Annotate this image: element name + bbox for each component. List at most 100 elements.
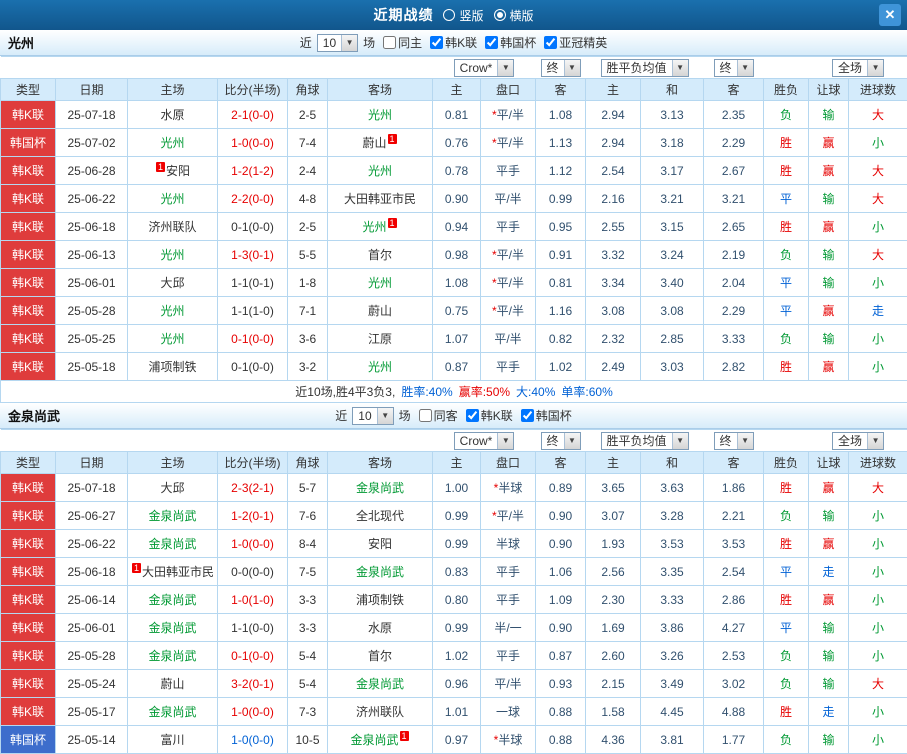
result-cell: 输 (809, 269, 849, 297)
filter-checkbox-1[interactable]: 韩K联 (424, 34, 477, 51)
filter-bar: 近10▼场同主韩K联韩国杯亚冠精英 (300, 34, 607, 52)
result-cell: 负 (764, 502, 809, 530)
column-header: 类型 (1, 79, 56, 101)
matches-table-1: Crow*▼终▼胜平负均值▼终▼全场▼类型日期主场比分(半场)角球客场主盘口客主… (0, 429, 907, 754)
match-date: 25-07-02 (56, 129, 128, 157)
score: 0-0(0-0) (218, 558, 288, 586)
column-header: 胜负 (764, 452, 809, 474)
corners: 5-7 (288, 474, 328, 502)
result-cell: 赢 (809, 586, 849, 614)
average-odds-select[interactable]: 胜平负均值▼ (601, 59, 689, 77)
checkbox-input[interactable] (466, 409, 479, 422)
result-cell: 大 (849, 670, 907, 698)
radio-vertical-label: 竖版 (459, 7, 483, 24)
home-team: 光州 (128, 129, 218, 157)
away-team: 蔚山1 (328, 129, 433, 157)
radio-icon[interactable] (494, 9, 506, 21)
europe-home-odds: 1.69 (586, 614, 641, 642)
filter-checkbox-2[interactable]: 韩国杯 (515, 407, 572, 424)
asian-home-odds: 1.00 (433, 474, 481, 502)
checkbox-input[interactable] (419, 409, 432, 422)
filter-checkbox-0[interactable]: 同主 (377, 34, 422, 51)
europe-draw-odds: 3.21 (641, 185, 704, 213)
europe-draw-odds: 3.63 (641, 474, 704, 502)
asian-home-odds: 0.76 (433, 129, 481, 157)
scope-select[interactable]: 全场▼ (832, 432, 884, 450)
column-header: 让球 (809, 452, 849, 474)
result-cell: 平 (764, 614, 809, 642)
chevron-down-icon: ▼ (737, 60, 753, 76)
radio-icon[interactable] (443, 9, 455, 21)
match-row: 韩K联25-06-27金泉尚武1-2(0-1)7-6全北现代0.99*平/半0.… (1, 502, 907, 530)
match-row: 韩K联25-05-18浦项制铁0-1(0-0)3-2光州0.87平手1.022.… (1, 353, 907, 381)
match-row: 韩K联25-06-18济州联队0-1(0-0)2-5光州10.94平手0.952… (1, 213, 907, 241)
asian-handicap: *平/半 (481, 269, 536, 297)
team-section-bar: 光州近10▼场同主韩K联韩国杯亚冠精英 (0, 30, 907, 56)
filter-checkbox-1[interactable]: 韩K联 (460, 407, 513, 424)
close-button[interactable]: ✕ (879, 4, 901, 26)
checkbox-input[interactable] (485, 36, 498, 49)
filter-checkbox-3[interactable]: 亚冠精英 (538, 34, 607, 51)
corners: 7-1 (288, 297, 328, 325)
final-asian-select[interactable]: 终▼ (541, 59, 581, 77)
layout-radio-vertical[interactable]: 竖版 (443, 7, 483, 24)
final-europe-select[interactable]: 终▼ (714, 432, 754, 450)
result-cell: 小 (849, 353, 907, 381)
column-header: 盘口 (481, 79, 536, 101)
result-cell: 小 (849, 614, 907, 642)
asian-home-odds: 1.08 (433, 269, 481, 297)
result-cell: 赢 (809, 157, 849, 185)
match-row: 韩K联25-06-22光州2-2(0-0)4-8大田韩亚市民0.90平/半0.9… (1, 185, 907, 213)
match-row: 韩K联25-06-14金泉尚武1-0(1-0)3-3浦项制铁0.80平手1.09… (1, 586, 907, 614)
asian-handicap: 平/半 (481, 185, 536, 213)
result-cell: 胜 (764, 474, 809, 502)
match-row: 韩K联25-05-24蔚山3-2(0-1)5-4金泉尚武0.96平/半0.932… (1, 670, 907, 698)
recent-count-select[interactable]: 10▼ (317, 34, 358, 52)
result-cell: 小 (849, 129, 907, 157)
result-cell: 小 (849, 726, 907, 754)
result-cell: 输 (809, 325, 849, 353)
checkbox-label: 韩K联 (445, 34, 477, 51)
match-date: 25-05-25 (56, 325, 128, 353)
europe-home-odds: 2.32 (586, 325, 641, 353)
filter-checkbox-2[interactable]: 韩国杯 (479, 34, 536, 51)
games-label: 场 (363, 34, 375, 51)
result-cell: 胜 (764, 157, 809, 185)
result-cell: 平 (764, 269, 809, 297)
bookmaker-select[interactable]: Crow*▼ (454, 432, 515, 450)
bookmaker-select[interactable]: Crow*▼ (454, 59, 515, 77)
europe-home-odds: 3.07 (586, 502, 641, 530)
checkbox-input[interactable] (430, 36, 443, 49)
recent-count-select[interactable]: 10▼ (352, 407, 393, 425)
asian-away-odds: 0.93 (536, 670, 586, 698)
league-badge: 韩K联 (1, 698, 56, 726)
filter-checkbox-0[interactable]: 同客 (413, 407, 458, 424)
scope-select[interactable]: 全场▼ (832, 59, 884, 77)
checkbox-input[interactable] (521, 409, 534, 422)
column-header: 主场 (128, 452, 218, 474)
red-card-badge: 1 (388, 134, 397, 144)
match-date: 25-05-17 (56, 698, 128, 726)
final-asian-select[interactable]: 终▼ (541, 432, 581, 450)
asian-home-odds: 1.01 (433, 698, 481, 726)
checkbox-input[interactable] (544, 36, 557, 49)
layout-radio-horizontal[interactable]: 横版 (494, 7, 534, 24)
column-header: 比分(半场) (218, 452, 288, 474)
match-row: 韩K联25-06-22金泉尚武1-0(0-0)8-4安阳0.99半球0.901.… (1, 530, 907, 558)
asian-handicap: 平手 (481, 157, 536, 185)
checkbox-input[interactable] (383, 36, 396, 49)
result-cell: 赢 (809, 297, 849, 325)
home-team: 光州 (128, 297, 218, 325)
asian-home-odds: 1.02 (433, 642, 481, 670)
average-odds-select[interactable]: 胜平负均值▼ (601, 432, 689, 450)
modal-titlebar: 近期战绩 竖版 横版 ✕ (0, 0, 907, 30)
league-badge: 韩国杯 (1, 129, 56, 157)
final-europe-select[interactable]: 终▼ (714, 59, 754, 77)
asian-handicap: *平/半 (481, 101, 536, 129)
radio-horizontal-label: 横版 (510, 7, 534, 24)
column-header: 主 (586, 79, 641, 101)
corners: 3-6 (288, 325, 328, 353)
europe-home-odds: 3.34 (586, 269, 641, 297)
home-team: 金泉尚武 (128, 530, 218, 558)
result-cell: 负 (764, 642, 809, 670)
